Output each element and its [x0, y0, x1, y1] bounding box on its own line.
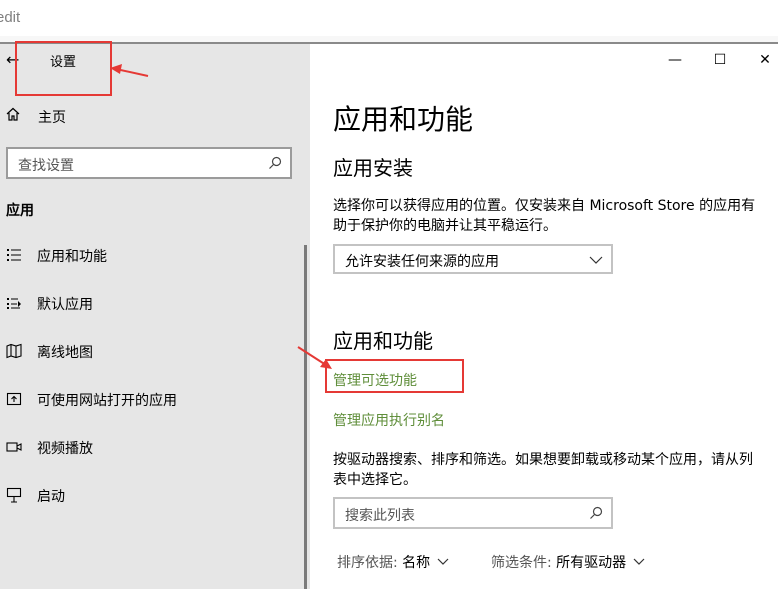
filter-control[interactable]: 筛选条件: 所有驱动器 — [491, 552, 645, 572]
startup-icon — [6, 487, 22, 503]
annotation-box-title — [15, 41, 112, 96]
install-source-dropdown[interactable]: 允许安装任何来源的应用 — [333, 244, 613, 274]
sidebar-item-startup[interactable]: 启动 — [0, 475, 300, 515]
toolbar-strip — [0, 36, 778, 44]
sidebar-scrollbar[interactable] — [304, 245, 307, 589]
sidebar-item-offline-maps[interactable]: 离线地图 — [0, 331, 300, 371]
annotation-arrow-title — [110, 64, 149, 77]
address-bar[interactable]: edit — [0, 0, 778, 37]
chevron-down-icon — [589, 256, 603, 264]
address-text: edit — [0, 9, 21, 26]
annotation-arrow-link — [297, 346, 332, 369]
chevron-down-icon — [437, 558, 449, 565]
sort-control[interactable]: 排序依据: 名称 — [337, 552, 449, 572]
search-icon[interactable] — [268, 156, 282, 170]
section-label-apps: 应用 — [6, 203, 34, 219]
annotation-box-link — [325, 359, 464, 393]
sidebar-item-apps-features[interactable]: 应用和功能 — [0, 235, 300, 275]
sidebar-item-label: 离线地图 — [37, 345, 93, 361]
sidebar-item-label: 应用和功能 — [37, 249, 107, 265]
manage-execution-alias-link[interactable]: 管理应用执行别名 — [333, 410, 445, 430]
offline-maps-icon — [6, 343, 22, 359]
sort-value: 名称 — [402, 555, 431, 571]
install-heading: 应用安装 — [333, 156, 413, 180]
filter-label: 筛选条件: — [491, 555, 552, 571]
sidebar-item-apps-for-websites[interactable]: 可使用网站打开的应用 — [0, 379, 300, 419]
nav-home[interactable]: 主页 — [38, 107, 66, 127]
apps-for-websites-icon — [6, 392, 22, 406]
filter-value: 所有驱动器 — [556, 555, 627, 571]
install-description: 选择你可以获得应用的位置。仅安装来自 Microsoft Store 的应用有助… — [333, 198, 756, 234]
search-placeholder: 查找设置 — [18, 158, 74, 174]
settings-search-input[interactable]: 查找设置 — [6, 147, 292, 179]
sidebar-item-video-playback[interactable]: 视频播放 — [0, 427, 300, 467]
dropdown-value: 允许安装任何来源的应用 — [345, 254, 499, 270]
minimize-button[interactable]: — — [665, 52, 685, 68]
maximize-button[interactable]: ☐ — [710, 52, 730, 68]
search-placeholder: 搜索此列表 — [345, 508, 415, 524]
page-title: 应用和功能 — [333, 103, 474, 136]
close-button[interactable]: ✕ — [755, 52, 775, 68]
app-list-search-input[interactable]: 搜索此列表 — [333, 497, 613, 529]
chevron-down-icon — [633, 558, 645, 565]
sidebar-item-default-apps[interactable]: 默认应用 — [0, 283, 300, 323]
home-icon — [6, 107, 20, 121]
search-description: 按驱动器搜索、排序和筛选。如果想要卸载或移动某个应用，请从列表中选择它。 — [333, 452, 753, 488]
sidebar-item-label: 启动 — [37, 489, 65, 505]
features-heading: 应用和功能 — [333, 329, 433, 353]
sidebar-item-label: 默认应用 — [37, 297, 93, 313]
sidebar-item-label: 视频播放 — [37, 441, 93, 457]
default-apps-icon — [7, 298, 21, 309]
video-playback-icon — [6, 442, 22, 452]
apps-features-icon — [7, 249, 21, 261]
sidebar-item-label: 可使用网站打开的应用 — [37, 393, 177, 409]
sort-label: 排序依据: — [337, 555, 398, 571]
search-icon[interactable] — [589, 506, 603, 520]
